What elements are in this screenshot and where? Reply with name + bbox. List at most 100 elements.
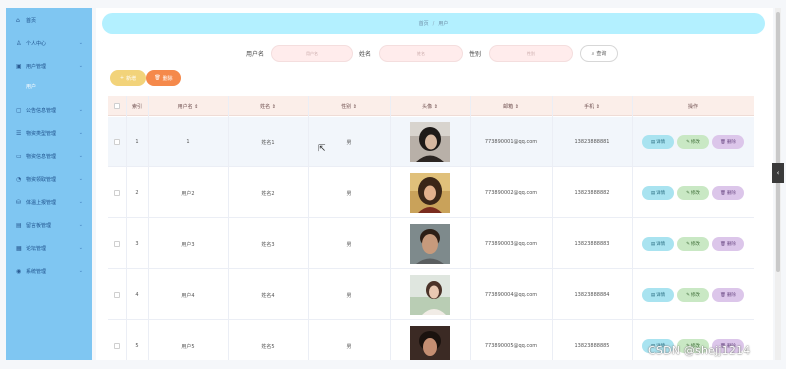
sidebar-item-material-type[interactable]: ☰ 物资类型管理 ⌄ — [6, 123, 92, 143]
delete-button[interactable]: 🗑 删除 — [712, 237, 744, 251]
app-frame: ⌂ 首页 ♙ 个人中心 ⌄ ▣ 用户管理 ⌄ 用户 ▢ 公告信息管理 ⌄ ☰ 物… — [0, 0, 786, 369]
header-select[interactable] — [108, 96, 126, 116]
edit-button[interactable]: ✎ 修改 — [677, 135, 709, 149]
cell-phone: 13823888881 — [574, 139, 610, 145]
chevron-down-icon: ⌄ — [78, 176, 83, 182]
column-divider — [308, 96, 309, 360]
batch-delete-button[interactable]: 🗑 删除 — [146, 70, 181, 86]
detail-button[interactable]: ▤ 详情 — [642, 135, 674, 149]
breadcrumb-home[interactable]: 首页 — [419, 20, 429, 27]
sidebar-item-message-board[interactable]: ▤ 留言板管理 ⌄ — [6, 215, 92, 235]
cell-username: 用户3 — [181, 241, 195, 248]
detail-button[interactable]: ▤ 详情 — [642, 186, 674, 200]
header-phone[interactable]: 手机 ⇕ — [552, 96, 632, 116]
sidebar-toggle-button[interactable]: ‹ — [772, 163, 784, 183]
header-avatar[interactable]: 头像 ⇕ — [390, 96, 470, 116]
detail-label: 详情 — [656, 191, 666, 196]
trash-icon: 🗑 — [720, 292, 726, 298]
table-row: 2 用户2 姓名2 男 773890002@qq.com 13823888882… — [108, 168, 754, 218]
username-input[interactable]: 用户名 — [271, 45, 353, 62]
cell-phone: 13823888882 — [574, 190, 610, 196]
row-checkbox[interactable] — [114, 292, 120, 298]
trash-icon: 🗑 — [154, 75, 161, 81]
edit-button[interactable]: ✎ 修改 — [677, 288, 709, 302]
header-username[interactable]: 用户名 ⇕ — [148, 96, 228, 116]
row-select[interactable] — [108, 168, 126, 218]
cell-name: 姓名3 — [261, 241, 275, 248]
cell-name: 姓名1 — [261, 139, 275, 146]
sidebar-item-notice[interactable]: ▢ 公告信息管理 ⌄ — [6, 100, 92, 120]
edit-label: 修改 — [690, 242, 700, 247]
header-gender[interactable]: 性别 ⇕ — [308, 96, 390, 116]
chevron-down-icon: ⌄ — [78, 199, 83, 205]
column-divider — [148, 96, 149, 360]
cell-gender: 男 — [346, 241, 352, 248]
sidebar-subitem-user[interactable]: 用户 — [6, 77, 92, 95]
detail-icon: ▤ — [650, 139, 656, 145]
header-actions: 操作 — [687, 103, 698, 110]
edit-icon: ✎ — [686, 292, 690, 298]
table-row: 3 用户3 姓名3 男 773890003@qq.com 13823888883… — [108, 219, 754, 269]
row-checkbox[interactable] — [114, 139, 120, 145]
row-checkbox[interactable] — [114, 343, 120, 349]
sidebar-item-label: 首页 — [26, 17, 37, 24]
select-all-checkbox[interactable] — [114, 103, 120, 109]
detail-button[interactable]: ▤ 详情 — [642, 288, 674, 302]
header-email[interactable]: 邮箱 ⇕ — [470, 96, 552, 116]
row-select[interactable] — [108, 117, 126, 167]
delete-button[interactable]: 🗑 删除 — [712, 186, 744, 200]
table-header: 索引 用户名 ⇕ 姓名 ⇕ 性别 ⇕ 头像 ⇕ 邮箱 ⇕ 手机 ⇕ 操作 — [108, 96, 754, 116]
sidebar-item-system[interactable]: ◉ 系统管理 ⌄ — [6, 261, 92, 281]
gender-select[interactable]: 性别 — [489, 45, 573, 62]
username-label: 用户名 — [246, 51, 265, 58]
chevron-down-icon: ⌄ — [78, 40, 83, 46]
row-select[interactable] — [108, 219, 126, 269]
notice-icon: ▢ — [16, 106, 22, 114]
breadcrumb: 首页 / 用户 — [102, 13, 765, 34]
edit-label: 修改 — [690, 293, 700, 298]
scrollbar-thumb[interactable] — [776, 12, 780, 272]
chevron-down-icon: ⌄ — [78, 107, 83, 113]
sidebar-item-users[interactable]: ▣ 用户管理 ⌄ — [6, 56, 92, 76]
add-button[interactable]: + 新增 — [110, 70, 146, 86]
sidebar-item-material-receive[interactable]: ◔ 物资领取管理 ⌄ — [6, 169, 92, 189]
gender-label: 性别 — [469, 51, 482, 58]
breadcrumb-separator: / — [432, 20, 435, 27]
sidebar-item-forum[interactable]: ▦ 论坛管理 ⌄ — [6, 238, 92, 258]
name-input[interactable]: 姓名 — [379, 45, 463, 62]
delete-button[interactable]: 🗑 删除 — [712, 135, 744, 149]
cell-phone: 13823888883 — [574, 241, 610, 247]
column-divider — [552, 96, 553, 360]
edit-button[interactable]: ✎ 修改 — [677, 186, 709, 200]
add-button-label: 新增 — [126, 75, 137, 82]
sidebar-item-label: 用户管理 — [26, 63, 47, 70]
delete-button[interactable]: 🗑 删除 — [712, 288, 744, 302]
sidebar-item-material-info[interactable]: ▭ 物资信息管理 ⌄ — [6, 146, 92, 166]
search-bar: 用户名 用户名 姓名 姓名 性别 性别 ⌕ 查询 — [96, 45, 773, 62]
header-name[interactable]: 姓名 ⇕ — [228, 96, 308, 116]
users-icon: ▣ — [16, 62, 22, 70]
cell-gender: 男 — [346, 139, 352, 146]
sidebar-item-label: 体温上报管理 — [26, 199, 57, 206]
edit-button[interactable]: ✎ 修改 — [677, 237, 709, 251]
row-select[interactable] — [108, 321, 126, 360]
cell-username: 用户4 — [181, 292, 195, 299]
row-select[interactable] — [108, 270, 126, 320]
batch-delete-label: 删除 — [162, 75, 173, 82]
cell-index: 2 — [135, 190, 139, 196]
row-checkbox[interactable] — [114, 241, 120, 247]
detail-icon: ▤ — [650, 190, 656, 196]
sidebar-item-home[interactable]: ⌂ 首页 — [6, 10, 92, 30]
column-divider — [632, 96, 633, 360]
forum-icon: ▦ — [16, 244, 22, 252]
search-button[interactable]: ⌕ 查询 — [580, 45, 618, 62]
avatar — [410, 173, 450, 213]
chevron-down-icon: ⌄ — [78, 63, 83, 69]
table-row: 1 1 姓名1 男 773890001@qq.com 13823888881 ▤… — [108, 117, 754, 167]
sidebar-item-profile[interactable]: ♙ 个人中心 ⌄ — [6, 33, 92, 53]
detail-button[interactable]: ▤ 详情 — [642, 237, 674, 251]
sidebar-item-temperature[interactable]: ⛁ 体温上报管理 ⌄ — [6, 192, 92, 212]
breadcrumb-current: 用户 — [438, 21, 449, 27]
sidebar-item-label: 系统管理 — [26, 268, 47, 275]
row-checkbox[interactable] — [114, 190, 120, 196]
